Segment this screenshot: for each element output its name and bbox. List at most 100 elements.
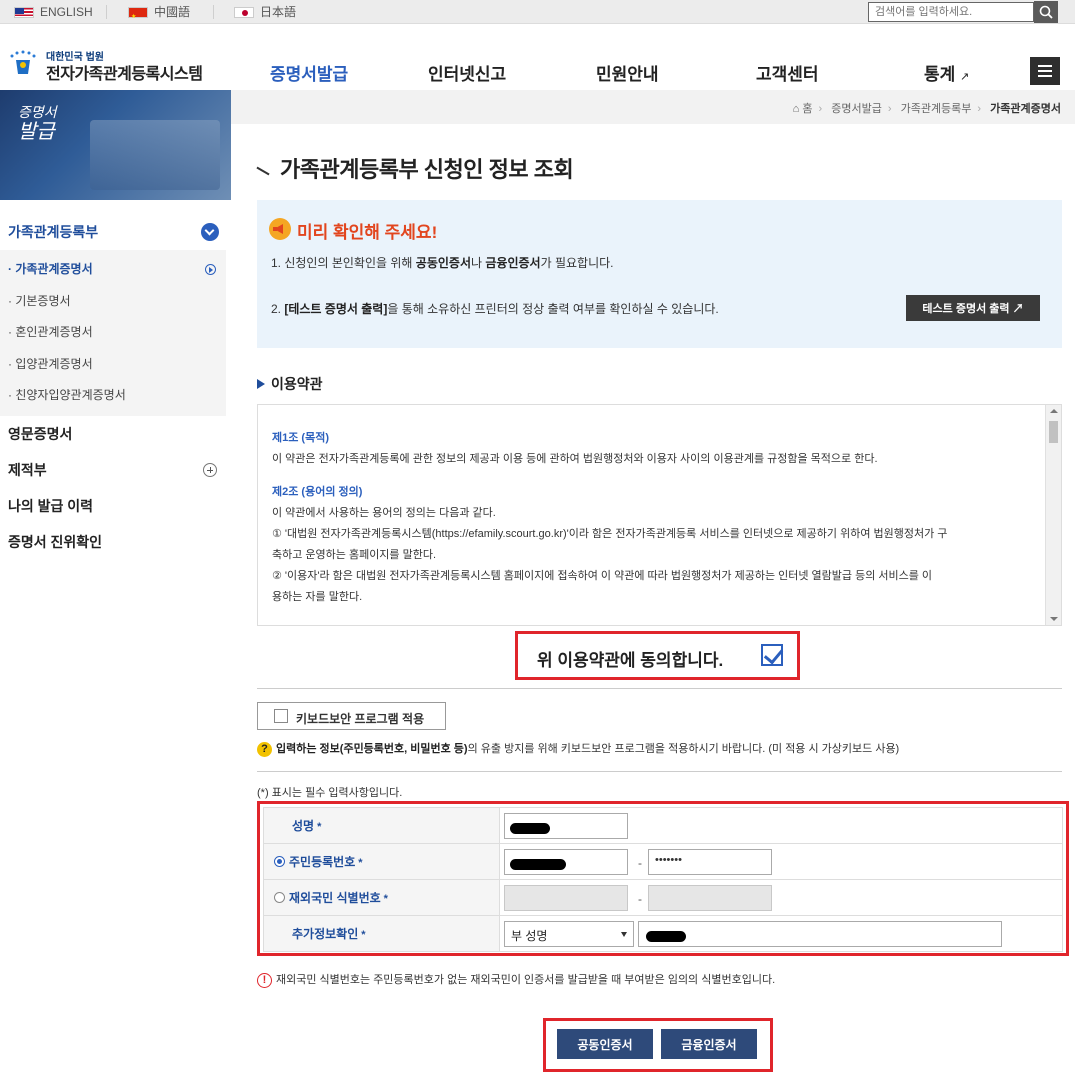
form-label-text: 성명 xyxy=(292,819,315,833)
notice-text: 2. xyxy=(271,302,285,316)
terms-agree-label[interactable]: 위 이용약관에 동의합니다. xyxy=(537,646,723,671)
hamburger-icon-bar xyxy=(1038,70,1052,72)
terms-heading: 이용약관 xyxy=(257,374,323,394)
breadcrumb-home[interactable]: 홈 xyxy=(802,103,812,115)
additional-info-input[interactable] xyxy=(638,921,1002,947)
sidebar-group-family-register[interactable]: 가족관계등록부 xyxy=(0,214,231,250)
sidebar-item-basic-cert[interactable]: · 기본증명서 xyxy=(0,286,226,318)
sidebar-item-label: · 입양관계증명서 xyxy=(8,356,93,371)
hamburger-icon-bar xyxy=(1038,75,1052,77)
language-chinese-link[interactable]: 中國語 xyxy=(128,0,190,29)
foreign-id-front-input[interactable] xyxy=(504,885,628,911)
terms-scroll-box[interactable]: 제1조 (목적) 이 약관은 전자가족관계등록에 관한 정보의 제공과 이용 등… xyxy=(257,404,1062,626)
required-star: * xyxy=(317,821,322,833)
notice-text: 나 xyxy=(471,256,486,270)
us-flag-icon xyxy=(14,7,34,18)
terms-article-title: 제1조 (목적) xyxy=(272,432,329,444)
joint-certificate-button[interactable]: 공동인증서 xyxy=(557,1029,653,1059)
notice-text: 을 통해 소유하신 프린터의 정상 출력 여부를 확인하실 수 있습니다. xyxy=(387,302,719,316)
form-label: 주민등록번호 * xyxy=(263,843,500,880)
banner-big-text: 발급 xyxy=(18,119,55,143)
redaction-mark xyxy=(646,931,686,942)
site-logo[interactable]: 대한민국 법원 전자가족관계등록시스템 xyxy=(2,46,222,86)
breadcrumb-current: 가족관계증명서 xyxy=(990,103,1061,115)
keyboard-security-note: ? 입력하는 정보(주민등록번호, 비밀번호 등)의 유출 방지를 위해 키보드보… xyxy=(257,740,899,757)
sidebar-item-label: · 가족관계증명서 xyxy=(8,262,93,276)
foreign-id-back-input[interactable] xyxy=(648,885,772,911)
notice-line-2: 2. [테스트 증명서 출력]을 통해 소유하신 프린터의 정상 출력 여부를 … xyxy=(271,300,719,317)
test-print-button[interactable]: 테스트 증명서 출력 ↗ xyxy=(906,295,1040,321)
foreign-id-note: ! 재외국민 식별번호는 주민등록번호가 없는 재외국민이 인증서를 발급받을 때… xyxy=(257,971,775,988)
foreign-id-radio[interactable] xyxy=(274,892,285,903)
form-row-additional-info: 추가정보확인 * 부 성명 xyxy=(263,915,1063,952)
terms-heading-text: 이용약관 xyxy=(271,376,323,392)
redaction-mark xyxy=(510,859,566,870)
terms-agree-checkbox[interactable] xyxy=(761,644,783,666)
sidebar-banner-title: 증명서 발급 xyxy=(18,104,57,143)
form-value xyxy=(499,807,1063,844)
terms-line: 이 약관은 전자가족관계등록에 관한 정보의 제공과 이용 등에 관하여 법원행… xyxy=(272,453,878,465)
search-icon xyxy=(1039,5,1053,19)
additional-info-select[interactable]: 부 성명 xyxy=(504,921,634,947)
form-label-text: 재외국민 식별번호 xyxy=(289,891,381,905)
all-menu-button[interactable] xyxy=(1030,57,1060,85)
books-image xyxy=(90,120,220,190)
cert-buttons-highlight: 공동인증서 금융인증서 xyxy=(543,1018,773,1072)
nav-customer-center[interactable]: 고객센터 xyxy=(756,60,819,85)
sidebar-item-family-relation-cert[interactable]: · 가족관계증명서 xyxy=(0,254,226,286)
foreign-id-note-text: 재외국민 식별번호는 주민등록번호가 없는 재외국민이 인증서를 발급받을 때 … xyxy=(276,974,776,986)
breadcrumb-item[interactable]: 증명서발급 xyxy=(831,103,882,115)
nav-certificate-issue[interactable]: 증명서발급 xyxy=(270,60,348,85)
sidebar-group-my-history[interactable]: 나의 발급 이력 xyxy=(0,488,231,524)
keyboard-security-button[interactable]: 키보드보안 프로그램 적용 xyxy=(257,702,446,730)
nav-statistics[interactable]: 통계 ↗ xyxy=(924,60,969,85)
form-label-text: 추가정보확인 xyxy=(292,927,359,941)
required-star: * xyxy=(358,857,363,869)
sidebar-group-english-cert[interactable]: 영문증명서 xyxy=(0,416,231,452)
home-icon: ⌂ xyxy=(792,103,800,115)
select-value: 부 성명 xyxy=(511,929,548,943)
terms-line: ② '이용자'라 함은 대법원 전자가족관계등록시스템 홈페이지에 접속하여 이… xyxy=(272,570,933,582)
page-title: 가족관계등록부 신청인 정보 조회 xyxy=(256,152,574,184)
keyboard-security-label: 키보드보안 프로그램 적용 xyxy=(296,712,425,726)
sidebar-group-verify-cert[interactable]: 증명서 진위확인 xyxy=(0,524,231,560)
rrn-radio[interactable] xyxy=(274,856,285,867)
scroll-down-icon[interactable] xyxy=(1050,617,1058,621)
language-japanese-link[interactable]: 日本語 xyxy=(234,0,296,24)
terms-line: 축하고 운영하는 홈페이지를 말한다. xyxy=(272,549,437,561)
sidebar-group-removed-register[interactable]: 제적부 xyxy=(0,452,231,488)
scroll-thumb[interactable] xyxy=(1049,421,1058,443)
sidebar-group-label: 증명서 진위확인 xyxy=(8,533,103,550)
megaphone-icon xyxy=(269,218,291,240)
rrn-back-input[interactable]: ••••••• xyxy=(648,849,772,875)
note-emphasis: (주민등록번호, 비밀번호 등) xyxy=(339,743,468,755)
form-row-name: 성명 * xyxy=(263,807,1063,844)
terms-line: 이 약관에서 사용하는 용어의 정의는 다음과 같다. xyxy=(272,507,496,519)
dash-separator: - xyxy=(638,892,642,906)
search-input[interactable] xyxy=(868,2,1034,22)
chevron-down-icon xyxy=(621,932,627,937)
breadcrumb-bar: ⌂ 홈 › 증명서발급 › 가족관계등록부 › 가족관계증명서 xyxy=(231,90,1075,124)
sidebar-item-marriage-cert[interactable]: · 혼인관계증명서 xyxy=(0,317,226,349)
nav-statistics-label: 통계 xyxy=(924,65,956,84)
required-star: * xyxy=(383,893,388,905)
search-button[interactable] xyxy=(1034,1,1058,23)
sidebar-item-label: · 친양자입양관계증명서 xyxy=(8,388,126,402)
breadcrumb-item[interactable]: 가족관계등록부 xyxy=(901,103,972,115)
form-label-text: 주민등록번호 xyxy=(289,855,356,869)
sidebar-item-adoption-cert[interactable]: · 입양관계증명서 xyxy=(0,349,226,381)
scroll-up-icon[interactable] xyxy=(1050,409,1058,413)
sidebar-item-full-adoption-cert[interactable]: · 친양자입양관계증명서 xyxy=(0,380,226,412)
test-print-label: 테스트 증명서 출력 xyxy=(922,303,1010,315)
sidebar-item-label: · 혼인관계증명서 xyxy=(8,325,93,339)
notice-title: 미리 확인해 주세요! xyxy=(297,223,438,242)
terms-scrollbar[interactable] xyxy=(1045,405,1061,625)
nav-internet-report[interactable]: 인터넷신고 xyxy=(428,60,506,85)
financial-certificate-button[interactable]: 금융인증서 xyxy=(661,1029,757,1059)
language-label: ENGLISH xyxy=(40,5,93,19)
applicant-form-highlight: 성명 * 주민등록번호 * - ••••••• 재외국민 식별번호 * - 추가… xyxy=(257,801,1069,956)
nav-civil-guide[interactable]: 민원안내 xyxy=(596,60,659,85)
form-row-foreign-id: 재외국민 식별번호 * - xyxy=(263,879,1063,916)
language-english-link[interactable]: ENGLISH xyxy=(14,0,93,24)
language-bar: ENGLISH 中國語 日本語 xyxy=(0,0,1075,29)
